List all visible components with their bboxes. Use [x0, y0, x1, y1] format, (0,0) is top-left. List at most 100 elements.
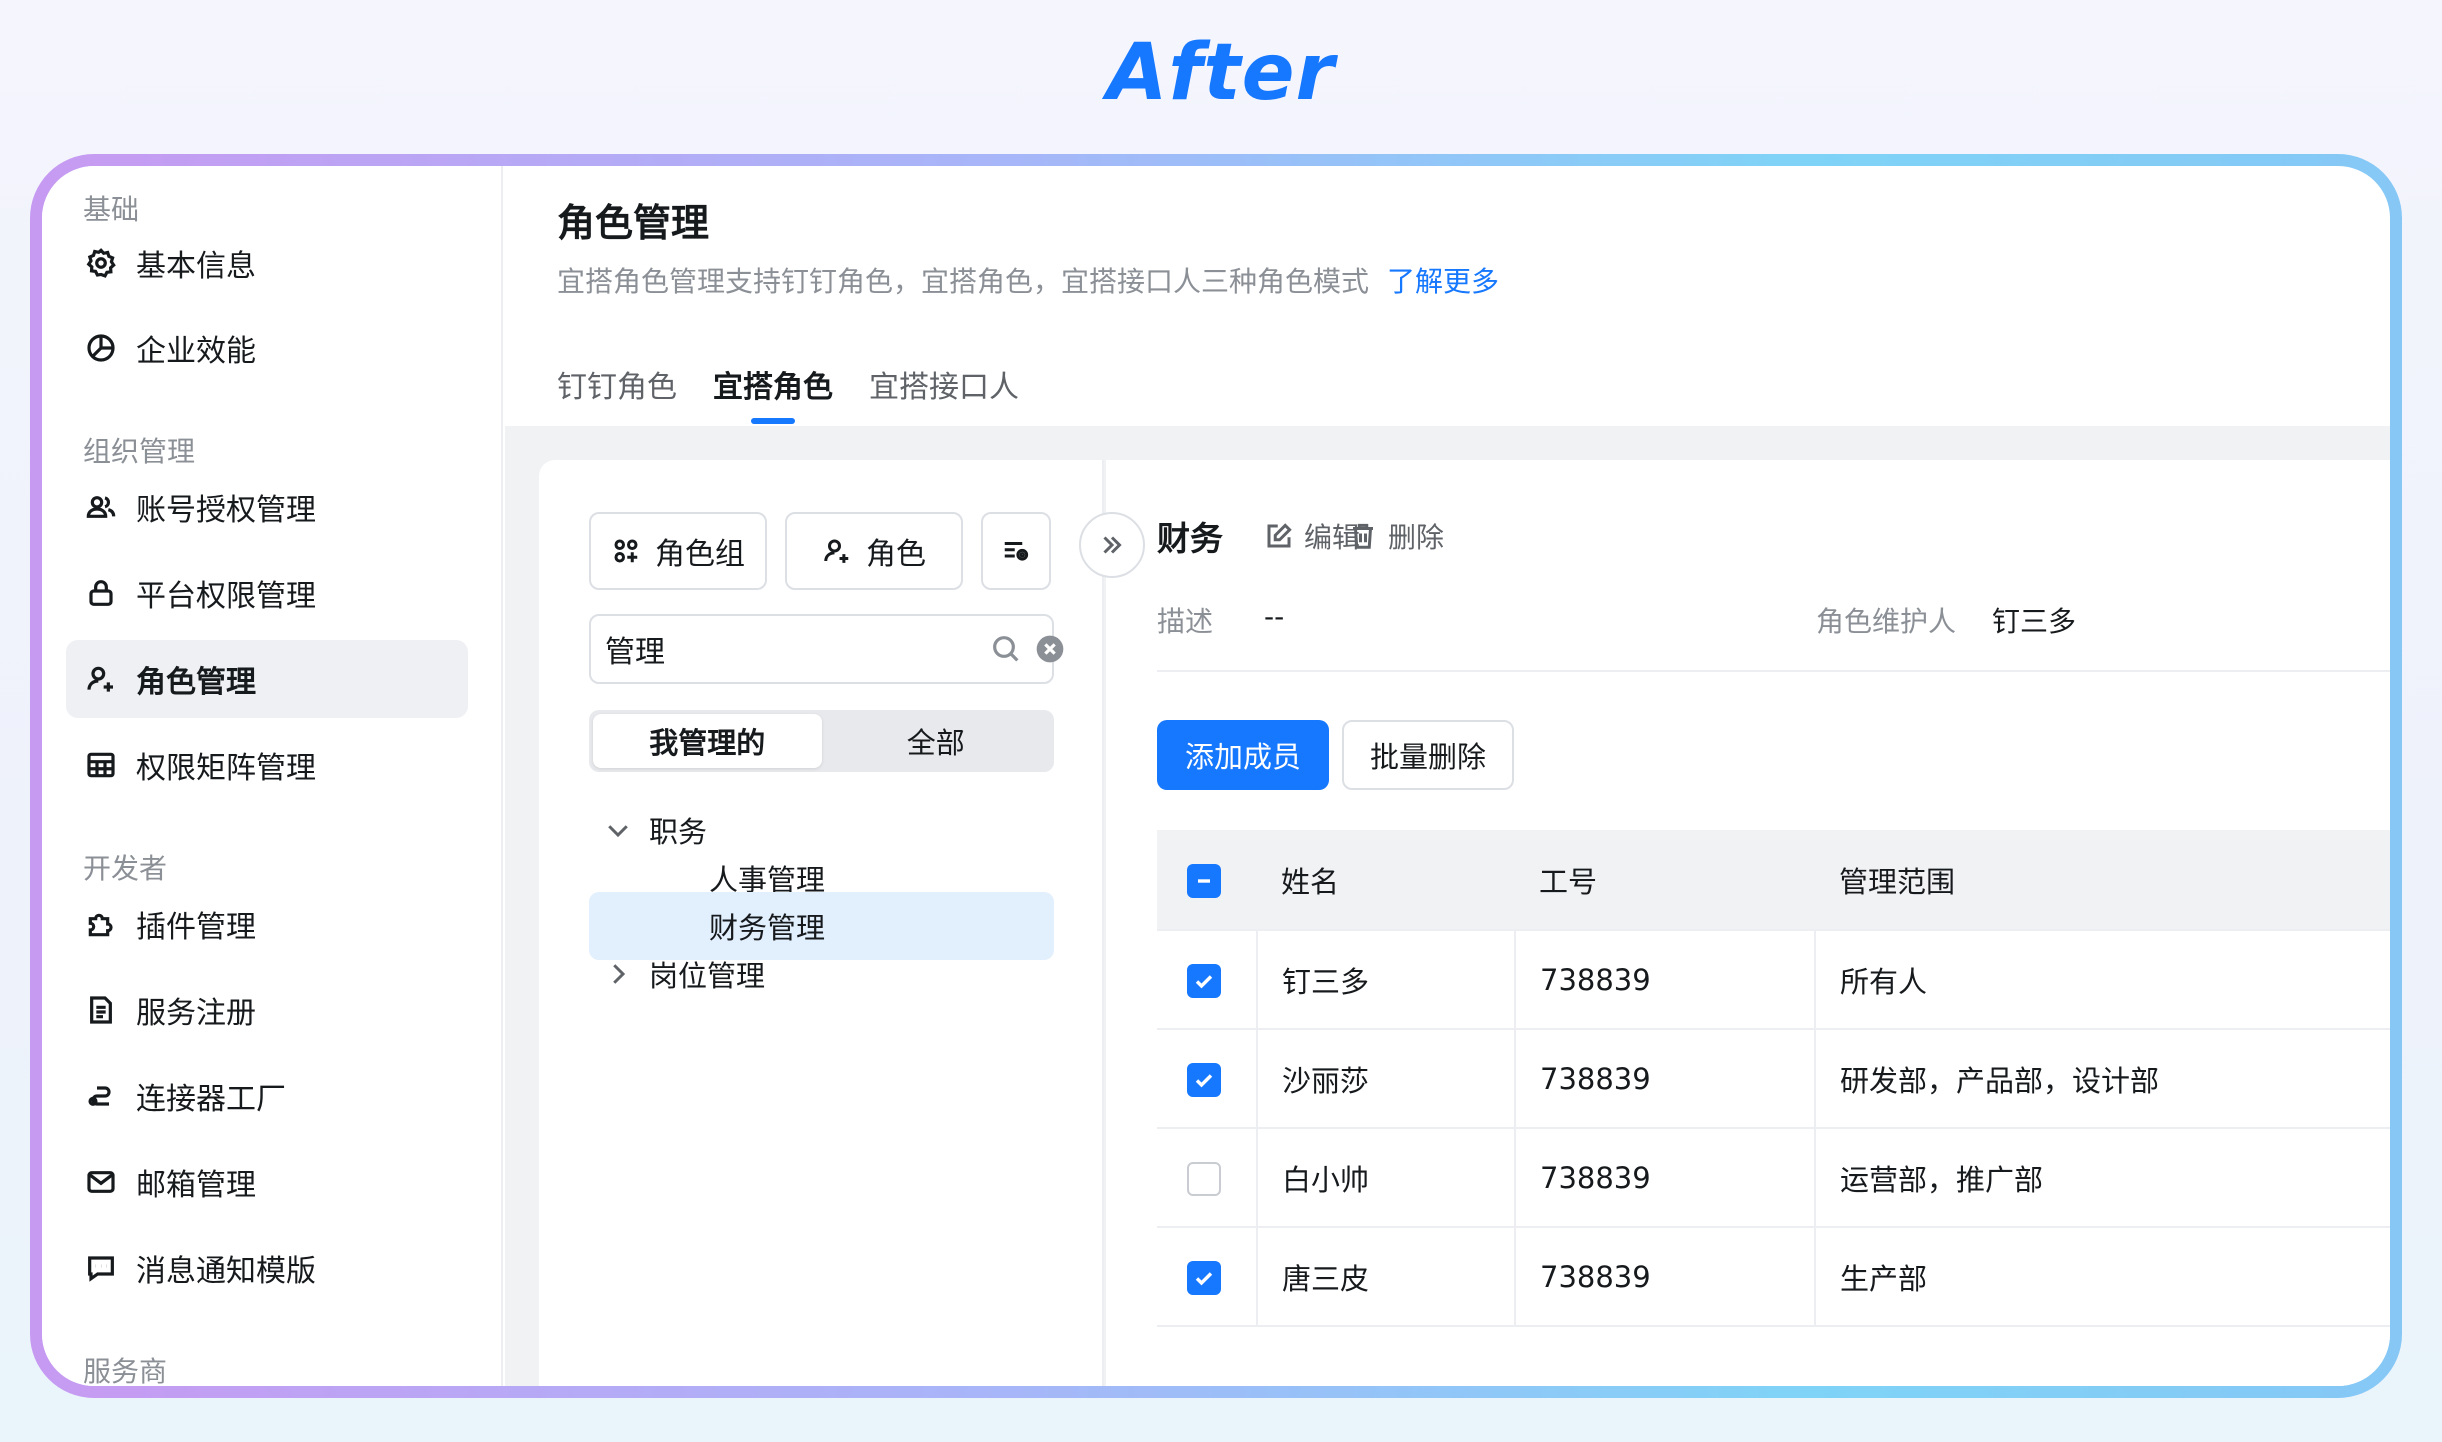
row-checkbox-cell	[1157, 930, 1258, 1030]
table-row[interactable]: 白小帅 738839 运营部，推广部	[1157, 1128, 2390, 1228]
trash-icon	[1353, 523, 1373, 549]
table-row[interactable]: 钉三多 738839 所有人	[1157, 930, 2390, 1030]
tab-dingtalk-role[interactable]: 钉钉角色	[557, 362, 677, 420]
lock-icon	[84, 576, 118, 610]
add-role-button[interactable]: 角色	[785, 512, 963, 590]
row-checkbox[interactable]	[1187, 963, 1221, 998]
edit-icon	[1267, 523, 1292, 548]
sidebar-group-dev: 开发者	[83, 852, 168, 885]
row-checkbox-cell	[1157, 1029, 1258, 1129]
row-checkbox[interactable]	[1187, 1062, 1221, 1097]
column-header-name[interactable]: 姓名	[1257, 830, 1515, 931]
column-header-scope[interactable]: 管理范围	[1815, 830, 2390, 931]
sidebar-item-label: 权限矩阵管理	[136, 751, 316, 786]
row-checkbox-cell	[1157, 1227, 1258, 1327]
add-member-button[interactable]: 添加成员	[1157, 720, 1329, 790]
sidebar-item-label: 角色管理	[136, 665, 256, 700]
table-row[interactable]: 沙丽莎 738839 研发部，产品部，设计部	[1157, 1029, 2390, 1129]
role-group-label: 角色组	[655, 537, 745, 572]
select-all-checkbox[interactable]	[1187, 863, 1221, 898]
member-id: 738839	[1515, 1227, 1816, 1327]
member-scope: 生产部	[1815, 1227, 2390, 1327]
row-checkbox[interactable]	[1187, 1260, 1221, 1295]
sidebar-item-platform-permission[interactable]: 平台权限管理	[66, 554, 468, 632]
sidebar-item-service-registry[interactable]: 服务注册	[66, 971, 468, 1049]
description-value: --	[1264, 600, 1285, 633]
role-search-input[interactable]	[605, 631, 978, 667]
clear-icon[interactable]	[1034, 633, 1066, 665]
chevron-right-icon[interactable]	[603, 959, 633, 989]
table-row[interactable]: 唐三皮 738839 生产部	[1157, 1227, 2390, 1327]
filter-settings-button[interactable]	[981, 512, 1051, 590]
gear-icon	[84, 246, 118, 280]
tab-yida-contact[interactable]: 宜搭接口人	[869, 362, 1019, 420]
sidebar-item-label: 邮箱管理	[136, 1168, 256, 1203]
delete-label: 删除	[1388, 521, 1445, 554]
sidebar-item-permission-matrix[interactable]: 权限矩阵管理	[66, 726, 468, 804]
detail-divider	[1157, 670, 2390, 672]
pie-chart-icon	[84, 331, 118, 365]
sidebar-item-plugin-management[interactable]: 插件管理	[66, 885, 468, 963]
sidebar-item-label: 连接器工厂	[136, 1082, 286, 1117]
column-header-id[interactable]: 工号	[1515, 830, 1815, 931]
sidebar-item-label: 消息通知模版	[136, 1254, 316, 1289]
sidebar-item-efficiency[interactable]: 企业效能	[66, 309, 468, 387]
row-checkbox[interactable]	[1187, 1161, 1221, 1196]
sidebar-item-label: 账号授权管理	[136, 493, 316, 528]
main-area: 角色管理 宜搭角色管理支持钉钉角色，宜搭角色，宜搭接口人三种角色模式 了解更多 钉…	[505, 166, 2390, 1386]
users-icon	[84, 490, 118, 524]
puzzle-icon	[84, 907, 118, 941]
sidebar-item-account-auth[interactable]: 账号授权管理	[66, 468, 468, 546]
add-role-icon	[824, 539, 849, 563]
role-detail-panel: 财务 编辑 删除 描述 -- 角色维护人 钉三多 添加成员 批量删除 姓名 工号…	[1106, 460, 2390, 1386]
batch-delete-button[interactable]: 批量删除	[1342, 720, 1514, 790]
role-tree-panel: 角色组 角色 我管理的	[539, 460, 1145, 1386]
delete-role-button[interactable]: 删除	[1348, 516, 1444, 556]
chevron-down-icon[interactable]	[603, 815, 633, 845]
sidebar-item-connector-factory[interactable]: 连接器工厂	[66, 1057, 468, 1135]
page-title: 角色管理	[557, 201, 710, 245]
mail-icon	[84, 1165, 118, 1199]
row-checkbox-cell	[1157, 1128, 1258, 1228]
sidebar-group-org: 组织管理	[83, 435, 196, 468]
document-icon	[84, 993, 118, 1027]
member-id: 738839	[1515, 1029, 1816, 1129]
sidebar-item-label: 基本信息	[136, 249, 256, 284]
tree-node-post-management[interactable]: 岗位管理	[589, 940, 1054, 1008]
app-window: 基础 基本信息 企业效能 组织管理 账号授权管理 平台权限管理 角色管理 权限矩…	[42, 166, 2390, 1386]
member-scope: 所有人	[1815, 930, 2390, 1030]
member-id: 738839	[1515, 930, 1816, 1030]
role-group-button[interactable]: 角色组	[589, 512, 767, 590]
member-name: 白小帅	[1257, 1128, 1516, 1228]
sidebar-item-label: 服务注册	[136, 996, 256, 1031]
members-table: 姓名 工号 管理范围 钉三多 738839 所有人 沙丽莎 738839 研发部…	[1157, 830, 2390, 1327]
description-label: 描述	[1157, 605, 1214, 638]
sidebar-item-role-management[interactable]: 角色管理	[66, 640, 468, 718]
member-scope: 研发部，产品部，设计部	[1815, 1029, 2390, 1129]
sidebar-item-label: 企业效能	[136, 334, 256, 369]
sidebar-group-basic: 基础	[83, 193, 140, 226]
role-search-box	[589, 614, 1064, 684]
sidebar-item-basic-info[interactable]: 基本信息	[66, 224, 468, 302]
member-name: 唐三皮	[1257, 1227, 1516, 1327]
role-group-icon	[614, 539, 638, 563]
after-heading: After	[1107, 28, 1335, 118]
segment-all[interactable]: 全部	[822, 714, 1051, 768]
maintainer-label: 角色维护人	[1816, 605, 1957, 638]
user-role-icon	[84, 662, 118, 696]
double-chevron-right-icon	[1103, 536, 1122, 554]
tree-node-label: 岗位管理	[649, 959, 766, 993]
add-role-label: 角色	[866, 537, 926, 572]
ownership-segmented-control: 我管理的 全部	[589, 710, 1054, 772]
search-icon[interactable]	[990, 633, 1022, 665]
segment-mine[interactable]: 我管理的	[593, 714, 822, 768]
expand-panel-button[interactable]	[1079, 512, 1145, 578]
tab-yida-role[interactable]: 宜搭角色	[713, 362, 833, 424]
message-icon	[84, 1251, 118, 1285]
edit-role-button[interactable]: 编辑	[1264, 516, 1360, 556]
sidebar-group-provider: 服务商	[83, 1355, 168, 1386]
learn-more-link[interactable]: 了解更多	[1387, 265, 1499, 298]
table-header-row: 姓名 工号 管理范围	[1157, 830, 2390, 931]
sidebar-item-notification-template[interactable]: 消息通知模版	[66, 1229, 468, 1307]
sidebar-item-mail-management[interactable]: 邮箱管理	[66, 1143, 468, 1221]
